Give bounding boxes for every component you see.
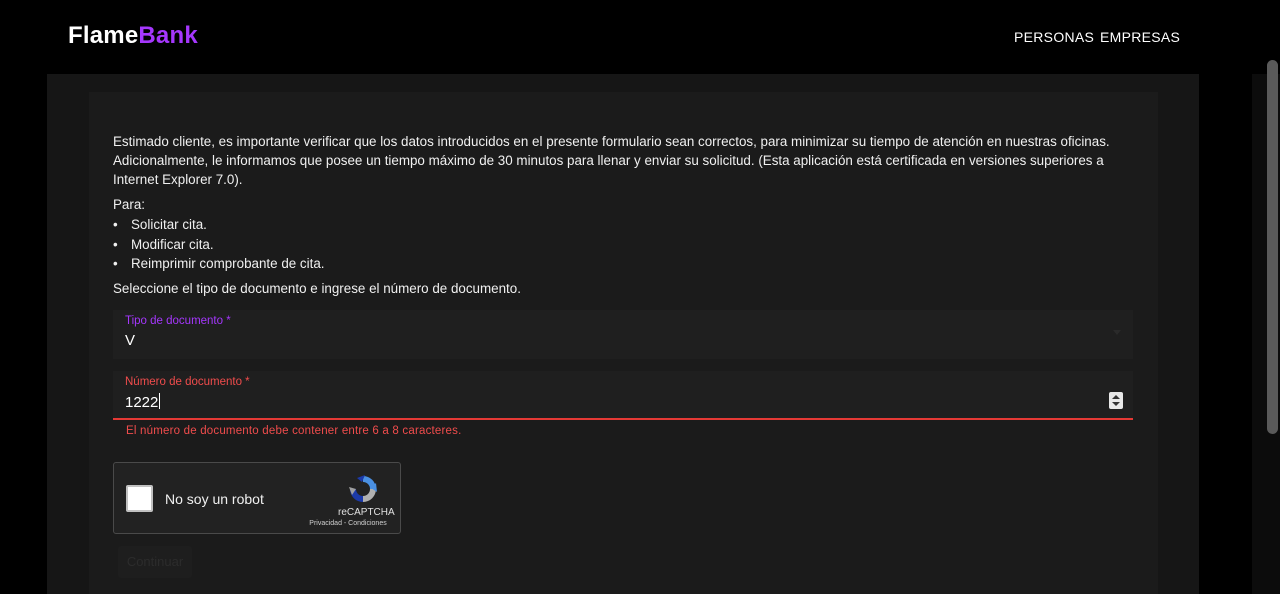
document-number-input[interactable]: 1222 xyxy=(125,393,161,411)
options-list: Solicitar cita. Modificar cita. Reimprim… xyxy=(113,215,325,274)
document-type-value: V xyxy=(125,332,136,349)
document-number-label: Número de documento * xyxy=(125,376,250,388)
recaptcha-brand: reCAPTCHA xyxy=(338,507,395,518)
flamebank-logo[interactable]: FlameBank xyxy=(68,22,198,50)
logo-text-bank: Bank xyxy=(138,22,198,49)
nav-personas[interactable]: PERSONAS xyxy=(1014,29,1094,45)
document-number-value: 1222 xyxy=(125,394,159,411)
spinner-down-icon[interactable] xyxy=(1112,402,1120,406)
para-label: Para: xyxy=(113,197,146,212)
spinner-up-icon[interactable] xyxy=(1112,395,1120,399)
continue-button[interactable]: Continuar xyxy=(118,546,192,578)
text-caret xyxy=(159,393,161,409)
document-type-select[interactable]: Tipo de documento * V xyxy=(113,310,1133,359)
document-number-field[interactable]: Número de documento * 1222 xyxy=(113,371,1133,420)
instruction-text: Seleccione el tipo de documento e ingres… xyxy=(113,281,521,296)
document-number-error: El número de documento debe contener ent… xyxy=(126,425,462,437)
recaptcha-label: No soy un robot xyxy=(165,491,264,507)
logo-text-flame: Flame xyxy=(68,22,139,49)
document-type-label: Tipo de documento * xyxy=(125,315,231,327)
number-spinner-icon[interactable] xyxy=(1109,392,1123,409)
list-item: Reimprimir comprobante de cita. xyxy=(113,254,325,274)
recaptcha-checkbox[interactable] xyxy=(126,485,153,512)
chevron-down-icon[interactable] xyxy=(1113,330,1121,335)
list-item: Modificar cita. xyxy=(113,235,325,255)
recaptcha-links[interactable]: Privacidad - Condiciones xyxy=(298,520,398,527)
recaptcha-widget: No soy un robot reCAPTCHA Privacidad - C… xyxy=(113,462,401,534)
scrollbar-thumb[interactable] xyxy=(1267,60,1278,434)
intro-paragraph: Estimado cliente, es importante verifica… xyxy=(113,134,1110,187)
recaptcha-logo-icon xyxy=(349,475,377,502)
list-item: Solicitar cita. xyxy=(113,215,325,235)
top-header: FlameBank PERSONAS EMPRESAS xyxy=(0,0,1280,74)
nav-empresas[interactable]: EMPRESAS xyxy=(1100,29,1180,45)
